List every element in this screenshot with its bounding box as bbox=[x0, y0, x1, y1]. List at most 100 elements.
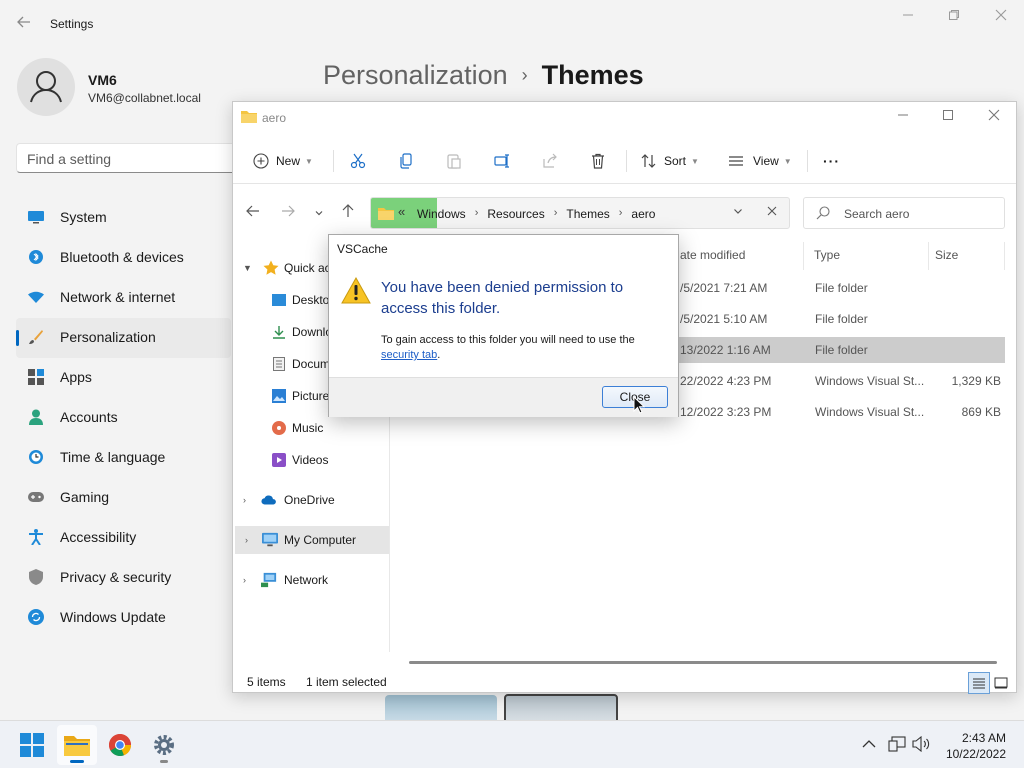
nav-item-network[interactable]: Network & internet bbox=[16, 278, 231, 318]
horizontal-scrollbar[interactable] bbox=[409, 661, 997, 664]
search-placeholder: Search aero bbox=[844, 207, 910, 221]
paste-button[interactable] bbox=[445, 148, 463, 174]
clock[interactable]: 2:43 AM 10/22/2022 bbox=[940, 730, 1006, 762]
selection-count: 1 item selected bbox=[306, 675, 387, 689]
address-crumb[interactable]: aero bbox=[631, 207, 655, 221]
breadcrumb-parent[interactable]: Personalization bbox=[323, 60, 508, 90]
restore-icon[interactable] bbox=[940, 8, 968, 28]
close-icon[interactable] bbox=[980, 108, 1008, 128]
column-divider[interactable] bbox=[803, 242, 804, 270]
more-options-button[interactable]: ··· bbox=[823, 148, 840, 174]
settings-search-placeholder: Find a setting bbox=[27, 151, 112, 167]
column-header-date[interactable]: ate modified bbox=[680, 248, 745, 262]
nav-item-privacy[interactable]: Privacy & security bbox=[16, 558, 231, 598]
minimize-icon[interactable] bbox=[889, 108, 917, 128]
nav-item-system[interactable]: System bbox=[16, 198, 231, 238]
nav-item-bluetooth[interactable]: Bluetooth & devices bbox=[16, 238, 231, 278]
chevron-right-icon[interactable]: › bbox=[245, 535, 248, 545]
address-bar[interactable]: « Windows › Resources › Themes › aero bbox=[370, 197, 790, 229]
rename-button[interactable] bbox=[493, 148, 511, 174]
user-email: VM6@collabnet.local bbox=[88, 91, 201, 105]
nav-item-accessibility[interactable]: Accessibility bbox=[16, 518, 231, 558]
trash-icon bbox=[589, 152, 607, 170]
view-label: View bbox=[753, 154, 779, 168]
sort-button[interactable]: Sort ▼ bbox=[640, 148, 699, 174]
tree-item-music[interactable]: Music bbox=[233, 414, 390, 442]
recent-locations-chevron-icon[interactable] bbox=[309, 204, 329, 224]
nav-label: Apps bbox=[60, 369, 92, 385]
nav-item-apps[interactable]: Apps bbox=[16, 358, 231, 398]
cut-button[interactable] bbox=[349, 148, 367, 174]
search-icon bbox=[816, 206, 830, 223]
nav-item-accounts[interactable]: Accounts bbox=[16, 398, 231, 438]
chevron-right-icon[interactable]: › bbox=[243, 495, 246, 505]
tiles-view-button[interactable] bbox=[990, 672, 1012, 694]
clear-address-icon[interactable] bbox=[767, 204, 777, 219]
column-header-size[interactable]: Size bbox=[935, 248, 958, 262]
dialog-body: To gain access to this folder you will n… bbox=[381, 333, 671, 363]
share-button[interactable] bbox=[541, 148, 559, 174]
theme-thumbnail[interactable] bbox=[504, 694, 618, 722]
address-crumb[interactable]: Themes bbox=[566, 207, 609, 221]
tree-item-onedrive[interactable]: › OneDrive bbox=[233, 486, 390, 514]
forward-arrow-icon[interactable] bbox=[278, 204, 298, 224]
close-icon[interactable] bbox=[987, 8, 1015, 28]
settings-nav: System Bluetooth & devices Network & int… bbox=[16, 198, 231, 638]
permission-denied-dialog: VSCache You have been denied permission … bbox=[328, 234, 679, 417]
chevron-down-icon[interactable]: ▼ bbox=[243, 263, 252, 273]
nav-label: System bbox=[60, 209, 107, 225]
minimize-icon[interactable] bbox=[894, 8, 922, 28]
overflow-chevrons[interactable]: « bbox=[398, 204, 405, 219]
dialog-heading: You have been denied permission to acces… bbox=[381, 279, 624, 317]
back-arrow-icon[interactable] bbox=[14, 14, 34, 34]
volume-icon[interactable] bbox=[912, 735, 930, 753]
explorer-search-input[interactable]: Search aero bbox=[803, 197, 1005, 229]
download-icon bbox=[271, 324, 287, 340]
tree-item-network[interactable]: › Network bbox=[233, 566, 390, 594]
column-divider[interactable] bbox=[1004, 242, 1005, 270]
chevron-right-icon: › bbox=[618, 207, 623, 219]
back-arrow-icon[interactable] bbox=[243, 204, 263, 224]
explorer-titlebar: aero bbox=[233, 102, 1016, 134]
tree-label: OneDrive bbox=[284, 493, 335, 507]
copy-button[interactable] bbox=[397, 148, 415, 174]
address-crumb[interactable]: Windows bbox=[417, 207, 466, 221]
address-crumb[interactable]: Resources bbox=[487, 207, 544, 221]
view-button[interactable]: View ▼ bbox=[727, 148, 792, 174]
document-icon bbox=[271, 356, 287, 372]
tree-item-my-computer[interactable]: › My Computer bbox=[235, 526, 389, 554]
avatar[interactable] bbox=[17, 58, 75, 116]
file-date: /5/2021 7:21 AM bbox=[680, 281, 768, 295]
nav-item-time-language[interactable]: Time & language bbox=[16, 438, 231, 478]
start-button[interactable] bbox=[12, 725, 52, 765]
new-button[interactable]: New ▼ bbox=[252, 148, 313, 174]
network-status-icon[interactable] bbox=[888, 735, 906, 753]
maximize-icon[interactable] bbox=[934, 108, 962, 128]
file-size: 869 KB bbox=[961, 405, 1001, 419]
security-tab-link[interactable]: security tab bbox=[381, 349, 437, 361]
up-arrow-icon[interactable] bbox=[338, 204, 358, 224]
settings-search-input[interactable]: Find a setting bbox=[16, 143, 246, 173]
column-divider[interactable] bbox=[928, 242, 929, 270]
chrome-taskbar-button[interactable] bbox=[100, 725, 140, 765]
address-history-chevron-icon[interactable] bbox=[733, 206, 743, 219]
settings-taskbar-button[interactable] bbox=[144, 725, 184, 765]
file-explorer-taskbar-button[interactable] bbox=[57, 725, 97, 765]
warning-icon bbox=[341, 276, 371, 307]
nav-item-windows-update[interactable]: Windows Update bbox=[16, 598, 231, 638]
nav-item-gaming[interactable]: Gaming bbox=[16, 478, 231, 518]
chevron-up-icon[interactable] bbox=[860, 735, 878, 753]
details-view-button[interactable] bbox=[968, 672, 990, 694]
details-view-icon bbox=[973, 678, 985, 689]
nav-item-personalization[interactable]: Personalization bbox=[16, 318, 231, 358]
network-icon bbox=[261, 572, 277, 588]
person-icon bbox=[28, 409, 44, 425]
tree-label: Picture bbox=[292, 389, 330, 403]
tree-label: Network bbox=[284, 573, 329, 587]
clock-time: 2:43 AM bbox=[961, 731, 1006, 745]
theme-thumbnail[interactable] bbox=[385, 695, 497, 721]
chevron-right-icon[interactable]: › bbox=[243, 575, 246, 585]
column-header-type[interactable]: Type bbox=[814, 248, 840, 262]
tree-item-videos[interactable]: Videos bbox=[233, 446, 390, 474]
delete-button[interactable] bbox=[589, 148, 607, 174]
